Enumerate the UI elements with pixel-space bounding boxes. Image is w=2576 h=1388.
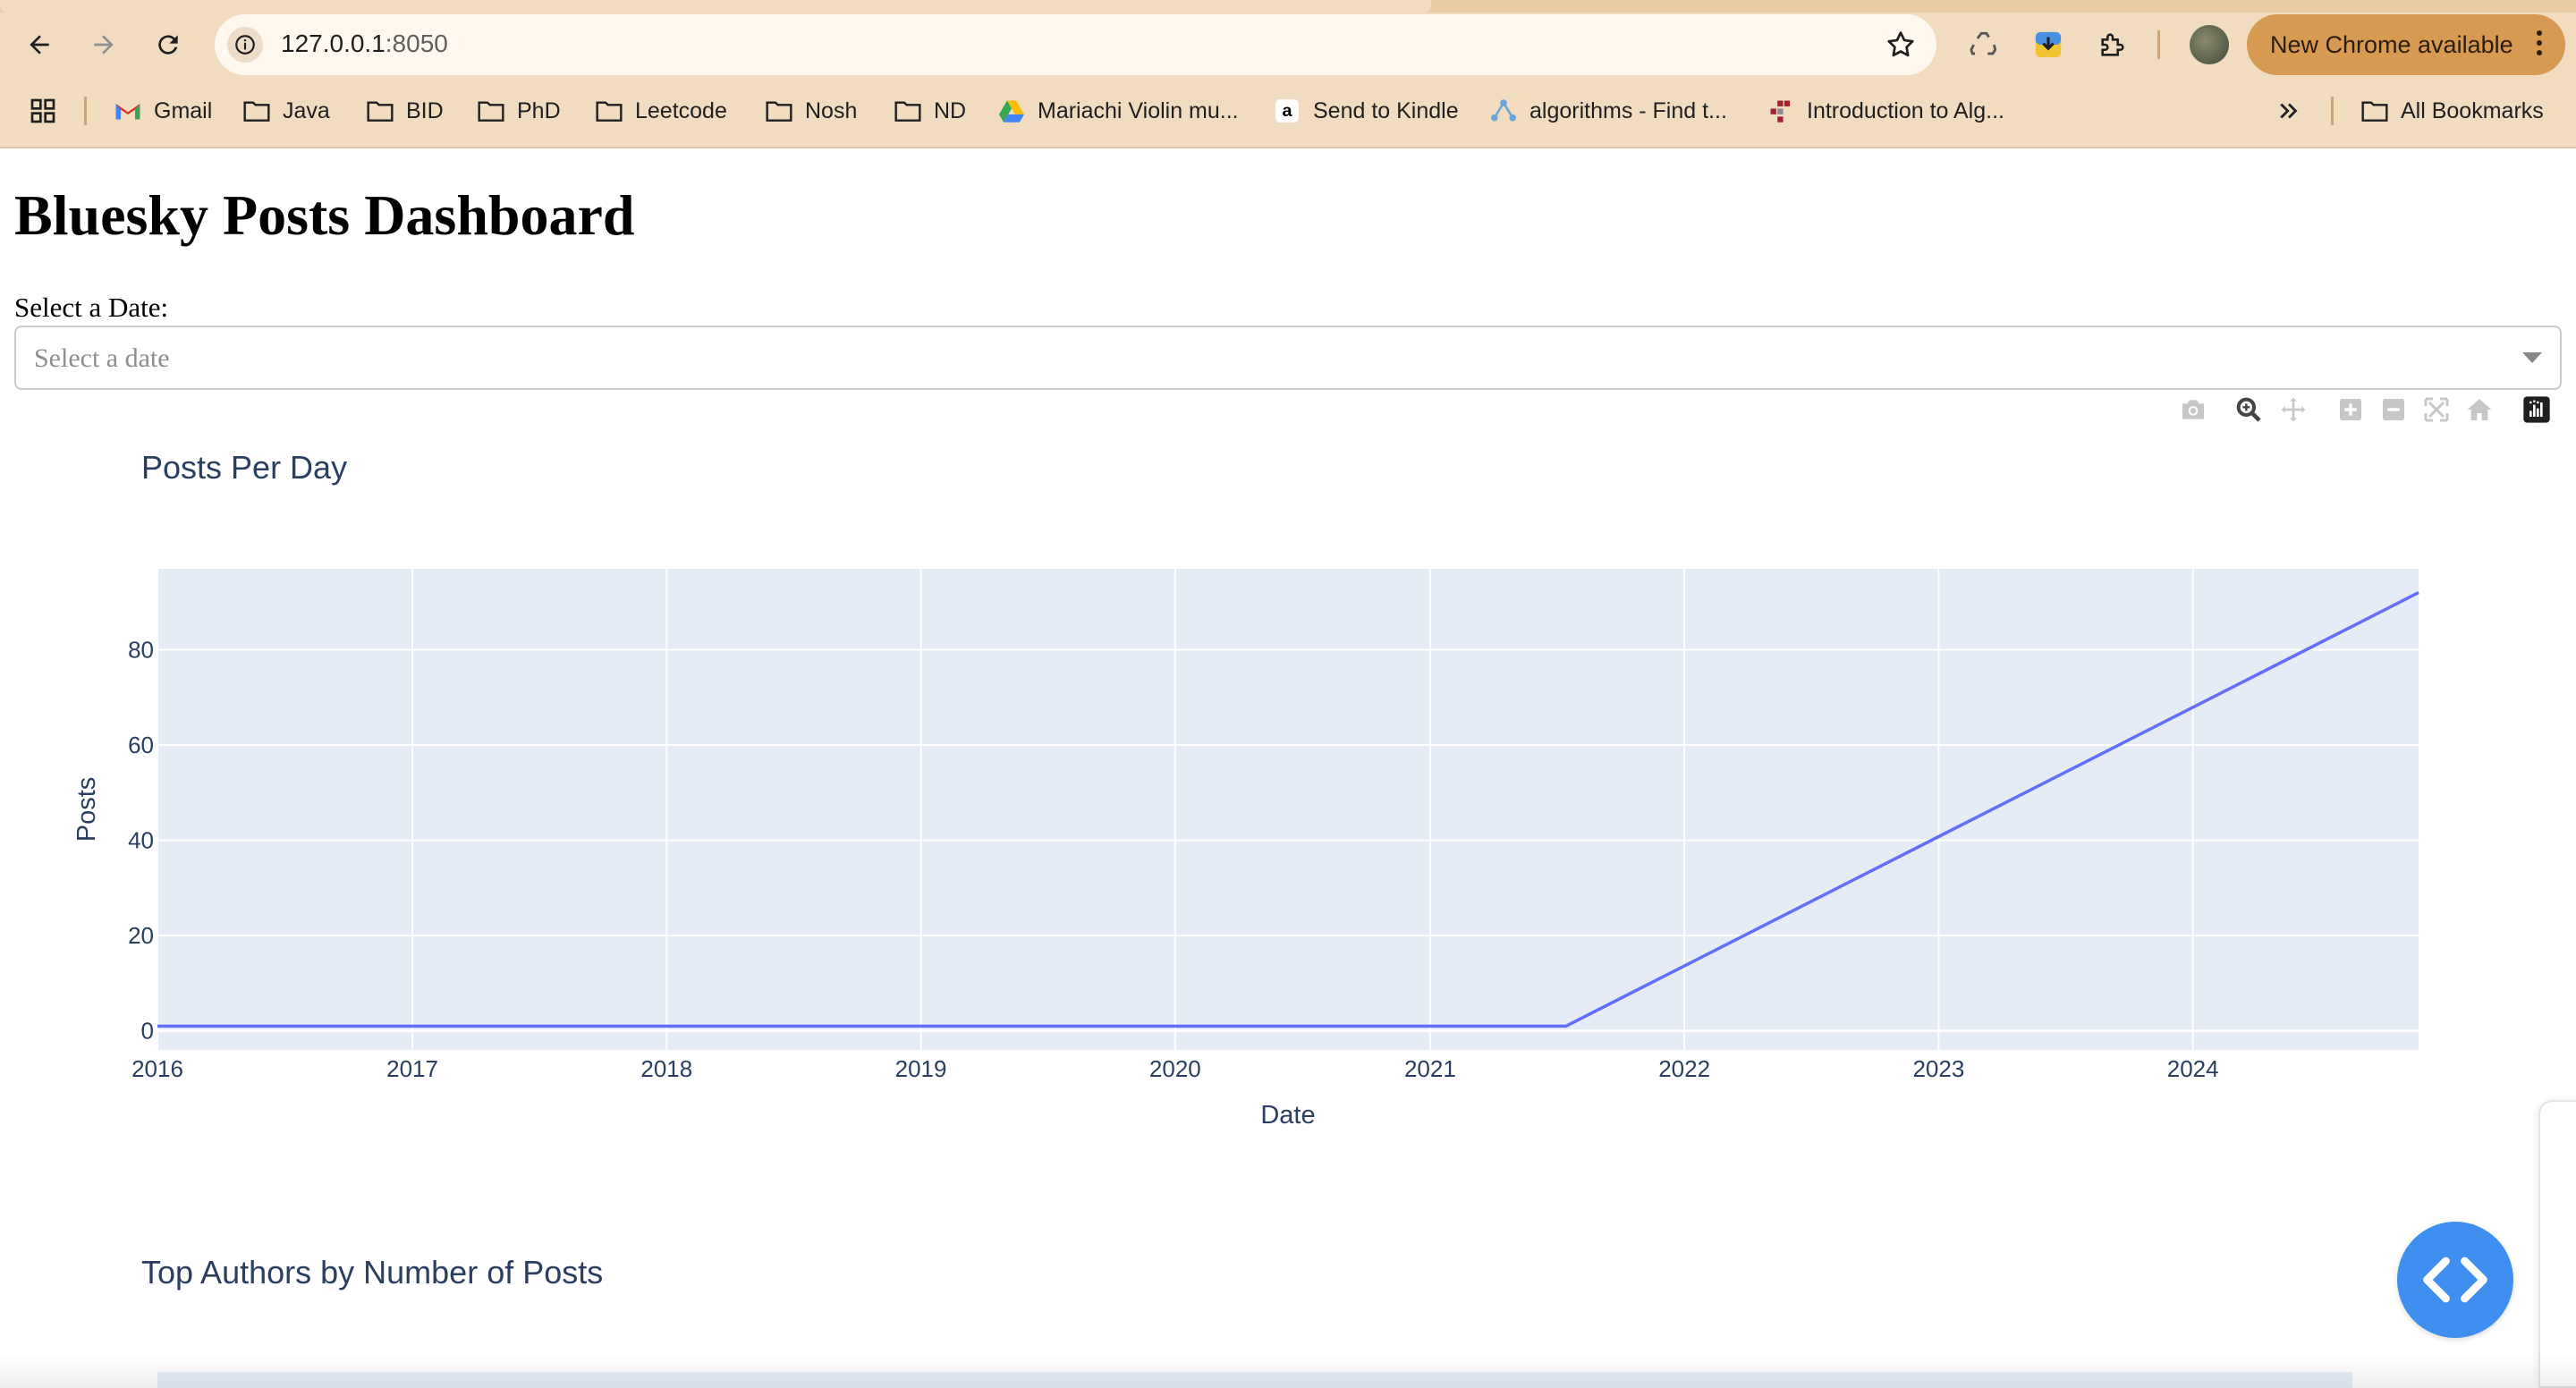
x-tick-label: 2018 xyxy=(640,1055,692,1082)
posts-per-day-chart[interactable]: 2016 2017 2018 2019 2020 2021 2022 2023 2024 0 20… xyxy=(0,0,2576,1163)
chart-title-top-authors: Top Authors by Number of Posts xyxy=(141,1254,604,1291)
x-tick-label: 2017 xyxy=(386,1055,438,1082)
x-tick-label: 2016 xyxy=(131,1055,183,1082)
side-panel-handle[interactable] xyxy=(2538,1100,2576,1388)
x-tick-labels: 2016 2017 2018 2019 2020 2021 2022 2023 2024 xyxy=(131,1055,2219,1082)
y-tick-label: 20 xyxy=(128,922,154,949)
y-axis-title: Posts xyxy=(72,777,101,842)
dash-debug-button[interactable] xyxy=(2397,1222,2513,1338)
code-brackets-icon xyxy=(2423,1257,2487,1303)
y-tick-label: 0 xyxy=(141,1018,154,1045)
x-tick-label: 2022 xyxy=(1658,1055,1710,1082)
x-tick-label: 2023 xyxy=(1912,1055,1964,1082)
x-tick-label: 2020 xyxy=(1149,1055,1201,1082)
x-tick-label: 2021 xyxy=(1404,1055,1456,1082)
y-tick-label: 60 xyxy=(128,732,154,758)
y-tick-label: 80 xyxy=(128,637,154,664)
x-tick-label: 2019 xyxy=(895,1055,947,1082)
x-tick-label: 2024 xyxy=(2167,1055,2219,1082)
y-tick-label: 40 xyxy=(128,827,154,854)
plot-area[interactable] xyxy=(157,569,2419,1050)
y-tick-labels: 0 20 40 60 80 xyxy=(128,637,154,1045)
x-axis-title: Date xyxy=(1260,1101,1315,1130)
bottom-shadow xyxy=(0,1352,2576,1388)
